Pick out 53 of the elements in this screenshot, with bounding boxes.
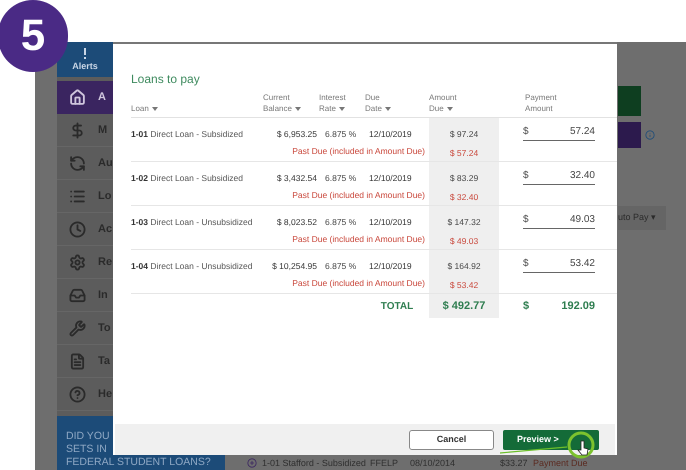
column-header[interactable]: Loan — [131, 92, 263, 114]
loan-name: 1-02 Direct Loan - Subsidized — [131, 172, 244, 185]
due-date-cell-text: 12/10/2019 — [368, 128, 413, 141]
past-due-note: Past Due (included in Amount Due) — [291, 233, 426, 246]
balance-cell-text: $ 8,023.52 — [276, 216, 318, 229]
due-date-cell-text: 12/10/2019 — [368, 172, 413, 185]
column-header[interactable]: Due Date — [365, 92, 429, 114]
past-due-note: Past Due (included in Amount Due) — [291, 145, 426, 158]
total-payment: $ 192.09 — [523, 298, 595, 314]
total-label: TOTAL — [380, 300, 414, 314]
rate-cell-text: 6.875 % — [324, 260, 358, 273]
past-due-note: Past Due (included in Amount Due) — [291, 277, 426, 290]
promo-text: DID YOU — [66, 430, 110, 443]
amount-due-cell-text: $ 164.92 — [447, 260, 481, 273]
amount-due-cell-text: $ 147.32 — [447, 216, 481, 229]
column-header[interactable]: Current Balance — [263, 92, 319, 114]
column-header[interactable]: Amount Due — [429, 92, 499, 114]
modal-title: Loans to pay — [131, 71, 201, 88]
payment-input[interactable]: $ 57.24 — [523, 123, 595, 141]
payment-input[interactable]: $ 53.42 — [523, 255, 595, 273]
loan-amount: $33.27 — [500, 456, 529, 470]
column-header: Payment Amount — [524, 92, 558, 114]
step-badge: 5 — [0, 0, 68, 72]
rate-cell-text: 6.875 % — [324, 172, 358, 185]
alerts-tab[interactable]: Alerts — [57, 42, 113, 77]
cancel-button[interactable]: Cancel — [409, 430, 494, 450]
balance-cell-text: $ 10,254.95 — [271, 260, 318, 273]
loan-program: FFELP — [370, 456, 400, 470]
past-due-note: Past Due (included in Amount Due) — [291, 189, 426, 202]
payment-input[interactable]: $ 49.03 — [523, 211, 595, 229]
rate-cell-text: 6.875 % — [324, 216, 358, 229]
column-header[interactable]: Interest Rate — [319, 92, 365, 114]
promo-text: FEDERAL STUDENT LOANS? — [66, 456, 211, 469]
balance-cell-text: $ 6,953.25 — [276, 128, 318, 141]
past-due-amount: $ 32.40 — [450, 190, 478, 204]
past-due-amount: $ 53.42 — [450, 278, 478, 292]
loan-name: 1-01 Stafford - Subsidized — [262, 456, 367, 470]
rate-cell-text: 6.875 % — [324, 128, 358, 141]
balance-cell-text: $ 3,432.54 — [276, 172, 318, 185]
loan-status: Payment Due — [533, 456, 588, 470]
loan-name: 1-01 Direct Loan - Subsidized — [131, 128, 244, 141]
amount-due-cell-text: $ 83.29 — [450, 172, 478, 185]
loan-name: 1-03 Direct Loan - Unsubsidized — [131, 216, 254, 229]
loan-name: 1-04 Direct Loan - Unsubsidized — [131, 260, 254, 273]
due-date-cell-text: 12/10/2019 — [368, 216, 413, 229]
payment-input[interactable]: $ 32.40 — [523, 167, 595, 185]
total-amount-due: $ 492.77 — [429, 294, 499, 318]
amount-due-cell-text: $ 97.24 — [450, 128, 478, 141]
past-due-amount: $ 57.24 — [450, 146, 478, 160]
past-due-amount: $ 49.03 — [450, 234, 478, 248]
due-date-cell-text: 12/10/2019 — [368, 260, 413, 273]
promo-text: SETS IN — [66, 443, 107, 456]
loan-date: 08/10/2014 — [410, 456, 456, 470]
